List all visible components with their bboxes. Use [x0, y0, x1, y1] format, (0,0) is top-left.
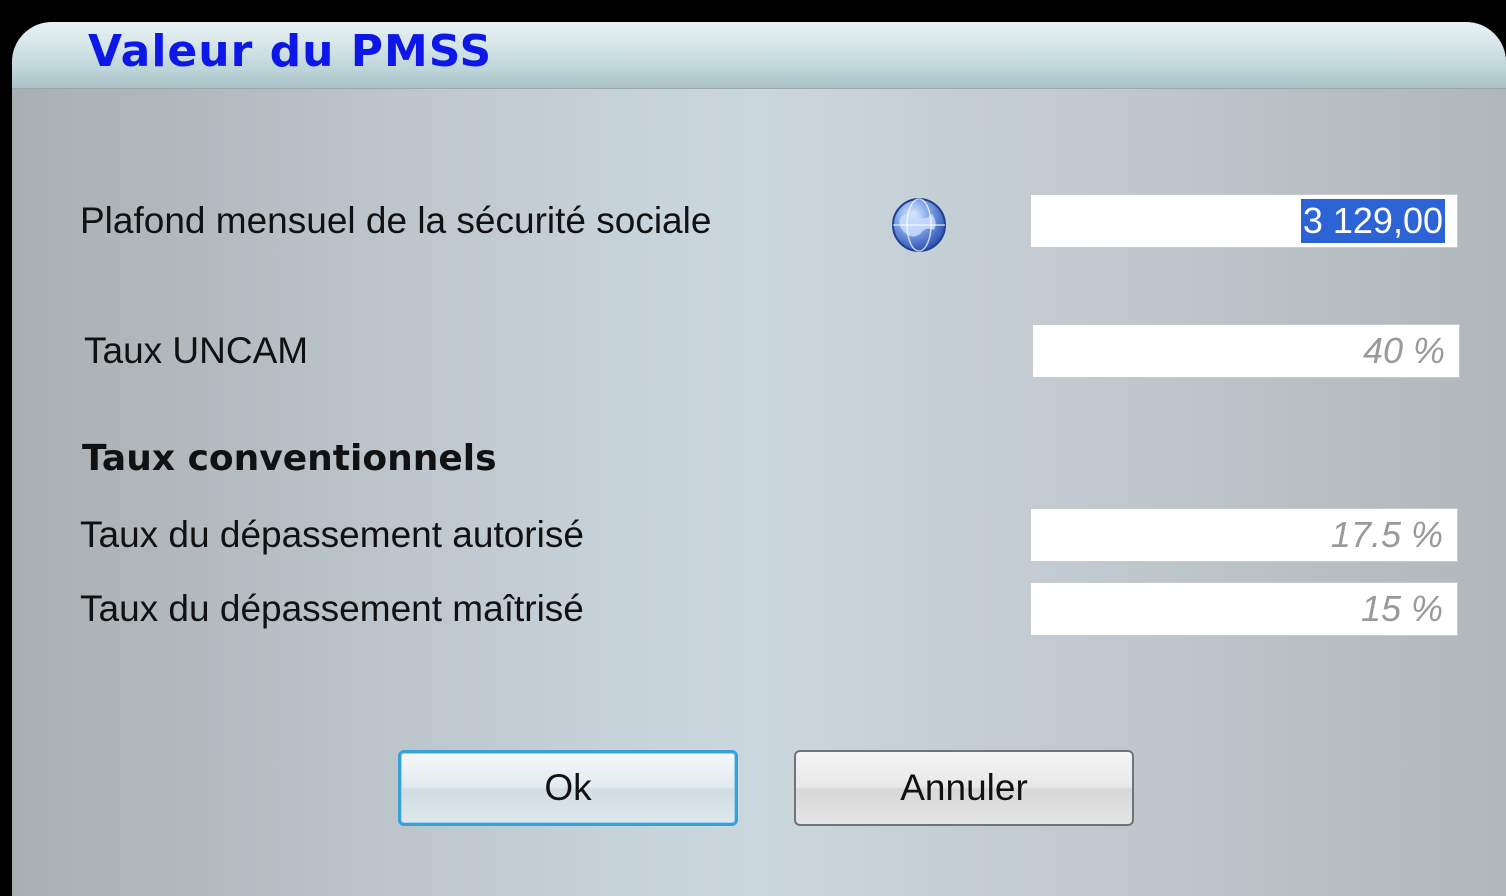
maitrise-field: 15 %: [1030, 582, 1458, 636]
cancel-button-label: Annuler: [900, 767, 1028, 808]
autorise-label: Taux du dépassement autorisé: [80, 514, 584, 555]
cancel-button[interactable]: Annuler: [794, 750, 1134, 826]
ok-button-label: Ok: [544, 767, 592, 808]
autorise-value: 17.5 %: [1330, 514, 1443, 555]
ok-button[interactable]: Ok: [398, 750, 738, 826]
pmss-dialog: Valeur du PMSS Plafond mensuel de la séc…: [12, 22, 1506, 896]
maitrise-label: Taux du dépassement maîtrisé: [80, 588, 584, 629]
uncam-label: Taux UNCAM: [84, 330, 309, 371]
uncam-value: 40 %: [1362, 330, 1445, 371]
title-bar[interactable]: Valeur du PMSS: [12, 22, 1506, 89]
pmss-input[interactable]: 3 129,00: [1030, 194, 1458, 248]
pmss-label: Plafond mensuel de la sécurité sociale: [80, 200, 712, 241]
uncam-field: 40 %: [1032, 324, 1460, 378]
section-heading: Taux conventionnels: [82, 438, 497, 479]
autorise-field: 17.5 %: [1030, 508, 1458, 562]
maitrise-value: 15 %: [1360, 588, 1443, 629]
pmss-value: 3 129,00: [1300, 199, 1445, 243]
dialog-title: Valeur du PMSS: [88, 26, 493, 77]
globe-icon[interactable]: [890, 196, 948, 254]
